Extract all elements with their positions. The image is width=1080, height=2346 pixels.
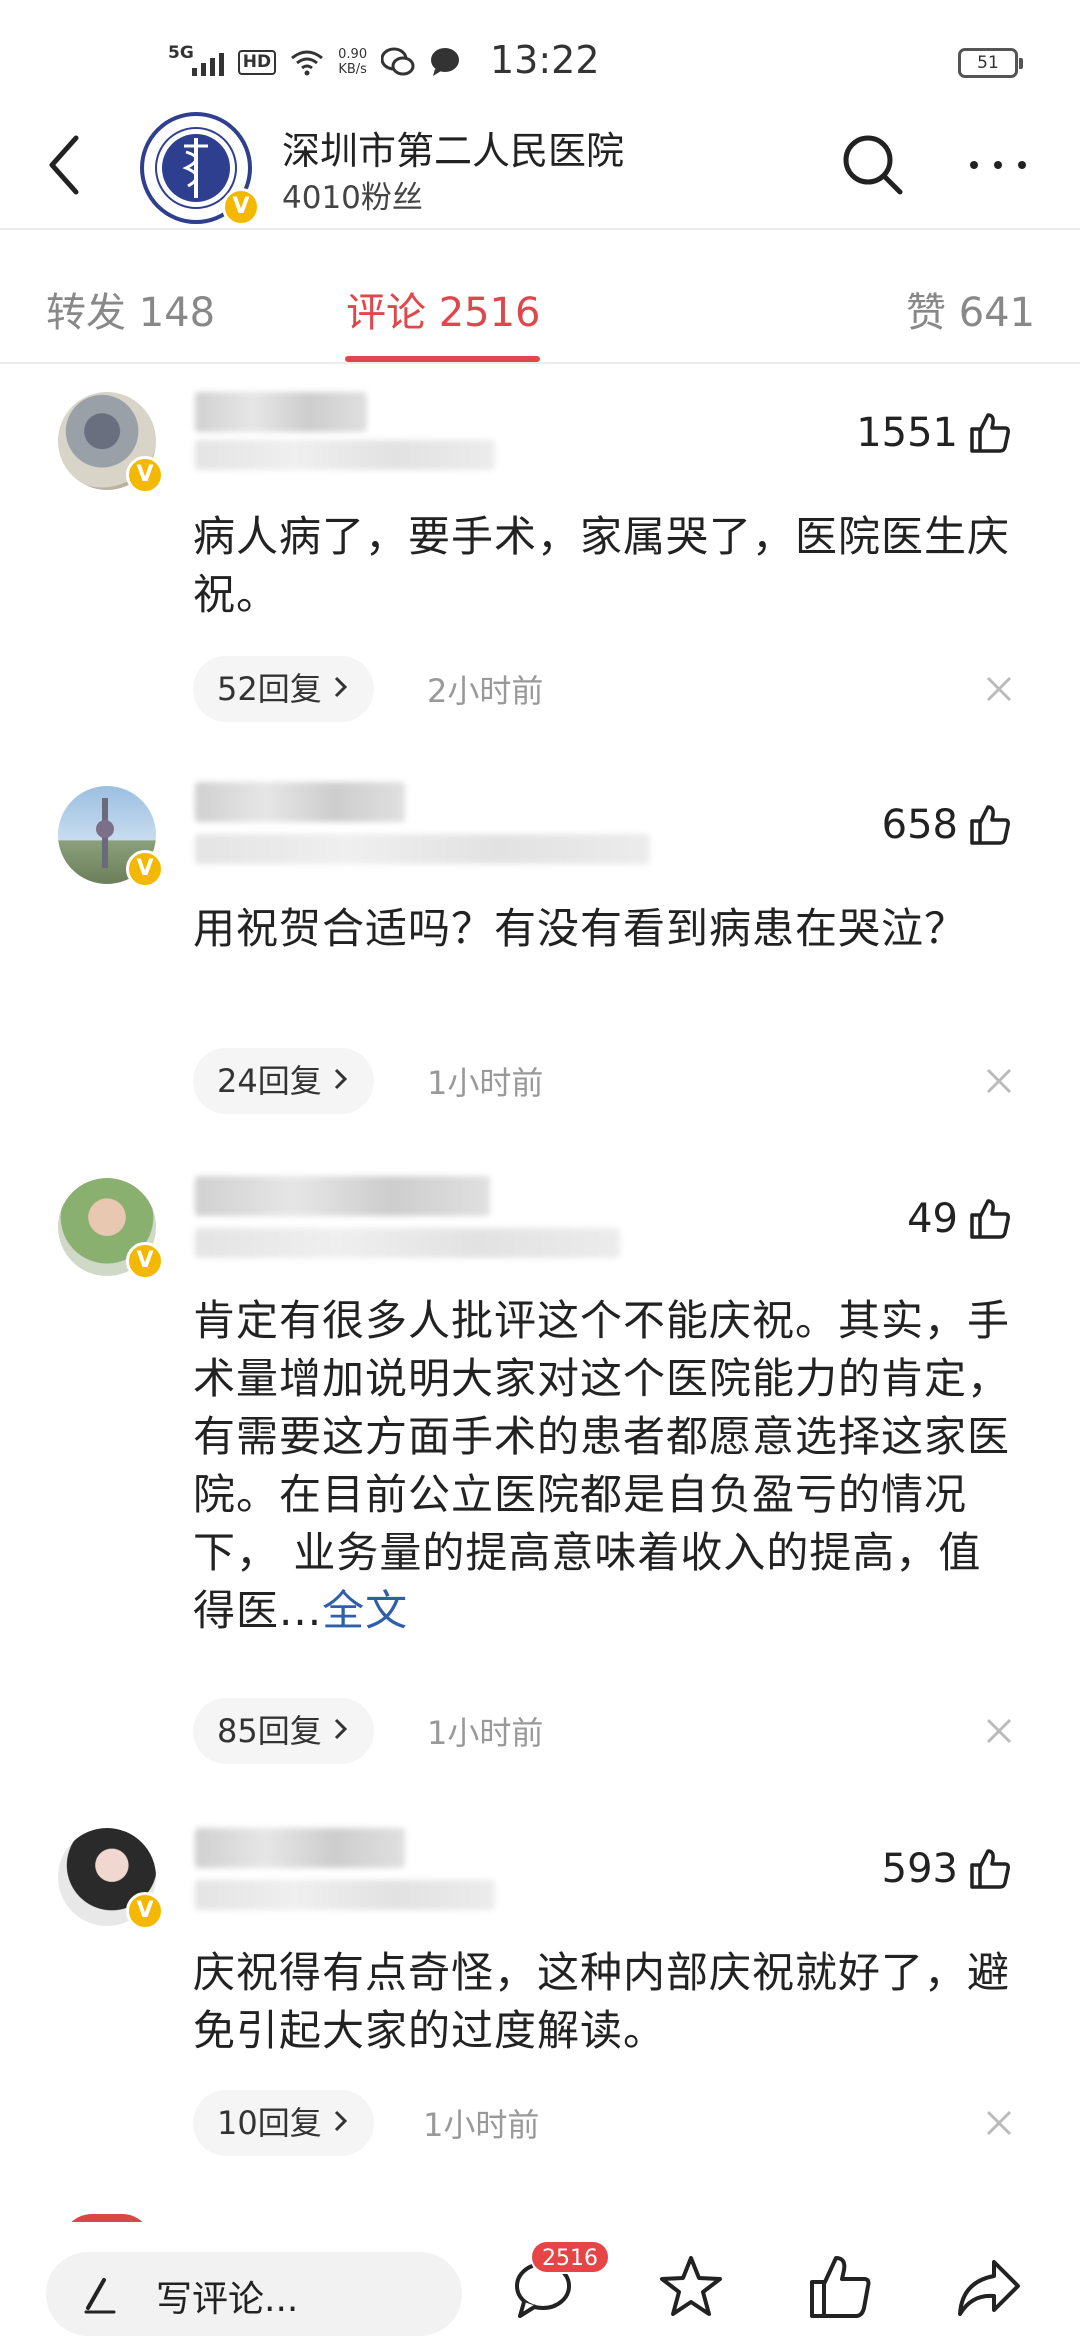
tab-comments[interactable]: 评论 2516 bbox=[346, 280, 541, 338]
wifi-icon bbox=[291, 50, 324, 76]
back-icon[interactable] bbox=[40, 130, 90, 200]
thumbs-up-icon bbox=[970, 805, 1010, 845]
network-speed: 0.90 KB/s bbox=[338, 47, 368, 77]
divider bbox=[0, 228, 1080, 230]
thumbs-up-icon bbox=[970, 1199, 1010, 1239]
chevron-right-icon bbox=[334, 2110, 348, 2132]
comment-text: 肯定有很多人批评这个不能庆祝。其实，手术量增加说明大家对这个医院能力的肯定，有需… bbox=[193, 1296, 1011, 1635]
chevron-right-icon bbox=[334, 1068, 348, 1090]
chevron-right-icon bbox=[334, 676, 348, 698]
verified-badge-icon: V bbox=[222, 188, 260, 226]
user-meta bbox=[195, 1880, 495, 1910]
thumbs-up-icon bbox=[970, 1849, 1010, 1889]
fans-count: 4010粉丝 bbox=[282, 180, 423, 216]
comment-count-badge: 2516 bbox=[530, 2240, 610, 2274]
user-meta bbox=[195, 440, 495, 470]
comment-text: 庆祝得有点奇怪，这种内部庆祝就好了，避免引起大家的过度解读。 bbox=[193, 1948, 1011, 2055]
timestamp: 2小时前 bbox=[427, 672, 544, 710]
like-button[interactable]: 49 bbox=[907, 1196, 1012, 1242]
comment-input-placeholder: 写评论... bbox=[156, 2279, 299, 2320]
close-icon[interactable] bbox=[984, 2108, 1014, 2138]
page-title: 深圳市第二人民医院 bbox=[282, 129, 625, 173]
tab-reposts[interactable]: 转发 148 bbox=[46, 280, 215, 338]
like-count: 49 bbox=[907, 1196, 958, 1242]
chevron-right-icon bbox=[334, 1718, 348, 1740]
verified-badge-icon: V bbox=[126, 850, 164, 888]
username[interactable] bbox=[195, 1176, 490, 1216]
avatar[interactable]: V bbox=[58, 1828, 164, 1930]
thumbs-up-icon bbox=[970, 413, 1010, 453]
avatar[interactable]: V bbox=[58, 786, 164, 888]
full-text-link[interactable]: 全文 bbox=[322, 1586, 408, 1635]
bottom-action-bar: 写评论... 2516 bbox=[0, 2222, 1080, 2346]
user-meta bbox=[195, 834, 650, 864]
wechat-icon bbox=[381, 47, 415, 76]
comment-text: 用祝贺合适吗？有没有看到病患在哭泣？ bbox=[193, 904, 968, 953]
profile-header: V 深圳市第二人民医院 4010粉丝 bbox=[0, 100, 1080, 230]
comment-text: 病人病了，要手术，家属哭了，医院医生庆祝。 bbox=[193, 512, 1011, 619]
like-count: 1551 bbox=[856, 410, 958, 456]
divider bbox=[0, 362, 1080, 364]
replies-button[interactable]: 24回复 bbox=[193, 1048, 374, 1114]
replies-button[interactable]: 10回复 bbox=[193, 2090, 374, 2156]
share-icon[interactable] bbox=[954, 2252, 1024, 2322]
signal-icon: 5G bbox=[168, 43, 224, 76]
verified-badge-icon: V bbox=[126, 1892, 164, 1930]
username[interactable] bbox=[195, 392, 367, 432]
username[interactable] bbox=[195, 1828, 405, 1868]
clock: 13:22 bbox=[490, 38, 600, 82]
close-icon[interactable] bbox=[984, 1066, 1014, 1096]
verified-badge-icon: V bbox=[126, 456, 164, 494]
verified-badge-icon: V bbox=[126, 1242, 164, 1280]
close-icon[interactable] bbox=[984, 1716, 1014, 1746]
battery-icon: 51 bbox=[958, 48, 1023, 78]
like-count: 658 bbox=[881, 802, 958, 848]
comment-input[interactable]: 写评论... bbox=[46, 2252, 462, 2336]
pen-icon bbox=[84, 2278, 116, 2314]
message-icon bbox=[431, 48, 460, 76]
replies-button[interactable]: 52回复 bbox=[193, 656, 374, 722]
tab-likes[interactable]: 赞 641 bbox=[906, 280, 1035, 338]
tab-bar: 转发 148 评论 2516 赞 641 bbox=[0, 232, 1080, 364]
status-icons: 5G HD 0.90 KB/s bbox=[168, 40, 461, 84]
more-icon[interactable] bbox=[970, 150, 1040, 180]
timestamp: 1小时前 bbox=[427, 1714, 544, 1752]
replies-button[interactable]: 85回复 bbox=[193, 1698, 374, 1764]
avatar[interactable]: V bbox=[58, 392, 164, 494]
hospital-avatar[interactable]: V bbox=[140, 112, 260, 226]
timestamp: 1小时前 bbox=[423, 2106, 540, 2144]
username[interactable] bbox=[195, 782, 405, 822]
thumbs-up-icon[interactable] bbox=[806, 2252, 876, 2322]
star-icon[interactable] bbox=[656, 2252, 726, 2322]
like-button[interactable]: 658 bbox=[882, 802, 1012, 848]
timestamp: 1小时前 bbox=[427, 1064, 544, 1102]
like-button[interactable]: 1551 bbox=[856, 410, 1012, 456]
hd-icon: HD bbox=[237, 49, 277, 75]
network-label: 5G bbox=[168, 43, 194, 63]
user-meta bbox=[195, 1228, 620, 1258]
close-icon[interactable] bbox=[984, 674, 1014, 704]
like-count: 593 bbox=[881, 1846, 958, 1892]
avatar[interactable]: V bbox=[58, 1178, 164, 1280]
search-icon[interactable] bbox=[838, 130, 908, 200]
like-button[interactable]: 593 bbox=[882, 1846, 1012, 1892]
